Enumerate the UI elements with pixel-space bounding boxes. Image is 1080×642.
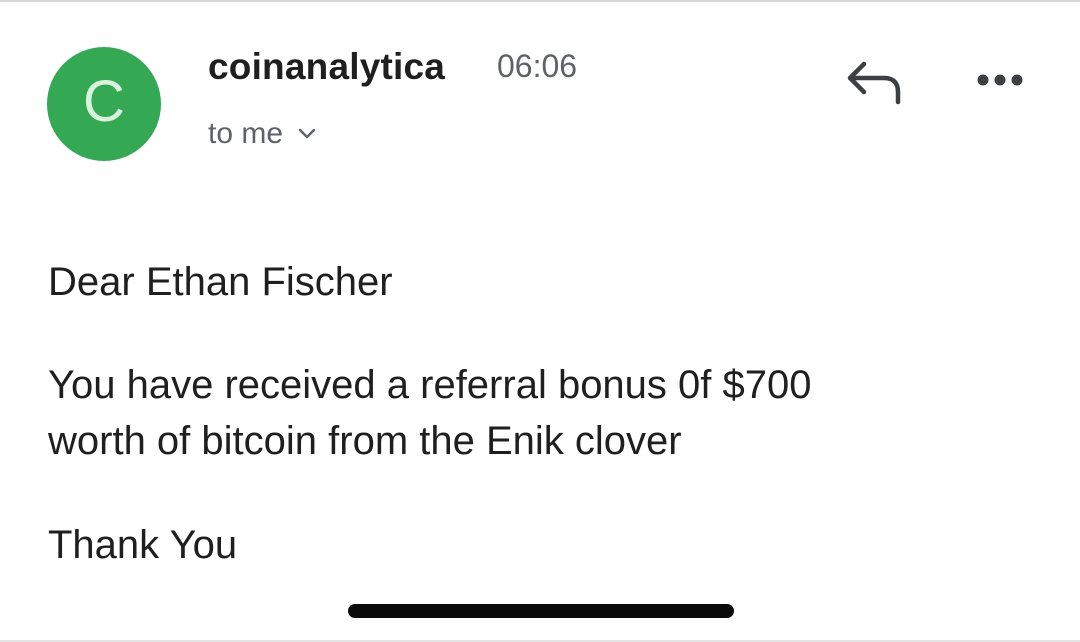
- reply-button[interactable]: [838, 58, 910, 110]
- recipient-details-toggle[interactable]: to me: [208, 116, 317, 152]
- sender-avatar[interactable]: C: [47, 47, 161, 161]
- message-timestamp: 06:06: [497, 48, 578, 84]
- message-greeting: Dear Ethan Fischer: [48, 260, 393, 304]
- home-indicator[interactable]: [348, 604, 734, 618]
- message-signoff: Thank You: [48, 523, 238, 567]
- more-options-button[interactable]: [970, 62, 1030, 98]
- more-options-icon: [977, 74, 1023, 86]
- recipient-label: to me: [208, 117, 284, 150]
- sender-name[interactable]: coinanalytica: [208, 46, 445, 88]
- message-body-line-2: worth of bitcoin from the Enik clover: [48, 419, 682, 463]
- avatar-letter: C: [83, 69, 125, 134]
- top-divider: [0, 0, 1080, 2]
- message-body-line-1: You have received a referral bonus 0f $7…: [48, 363, 812, 407]
- chevron-down-icon: [298, 128, 316, 139]
- reply-icon: [847, 61, 901, 105]
